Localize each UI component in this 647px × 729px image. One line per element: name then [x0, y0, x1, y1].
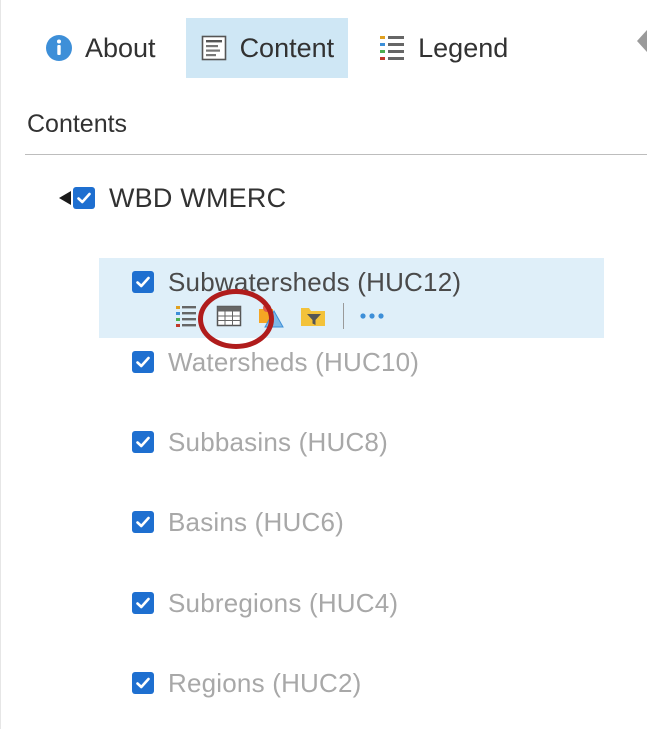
checkmark-icon	[136, 516, 150, 528]
layer-item-subbasins[interactable]: Subbasins (HUC8)	[132, 424, 388, 460]
filter-icon[interactable]	[297, 300, 329, 332]
layer-checkbox[interactable]	[132, 511, 154, 533]
collapse-panel-icon[interactable]	[637, 30, 647, 52]
checkmark-icon	[136, 677, 150, 689]
layer-label: Watersheds (HUC10)	[168, 346, 420, 377]
group-label: WBD WMERC	[109, 182, 287, 213]
tab-legend-label: Legend	[418, 32, 509, 63]
checkmark-icon	[136, 597, 150, 609]
checkmark-icon	[136, 436, 150, 448]
collapse-group-icon[interactable]	[59, 191, 71, 205]
tab-legend[interactable]: Legend	[364, 18, 522, 78]
layer-checkbox[interactable]	[132, 351, 154, 373]
tab-about[interactable]: About	[31, 18, 170, 78]
layer-label: Subwatersheds (HUC12)	[168, 266, 462, 297]
tab-about-label: About	[85, 32, 156, 63]
checkmark-icon	[136, 276, 150, 288]
legend-icon	[378, 33, 406, 63]
section-title: Contents	[27, 110, 128, 138]
layer-item-subwatersheds[interactable]: Subwatersheds (HUC12)	[132, 264, 461, 300]
layer-label: Basins (HUC6)	[168, 506, 344, 537]
layer-toolbar	[171, 298, 398, 334]
tab-bar: About Content Legend	[31, 18, 538, 78]
tab-content-label: Content	[239, 32, 335, 63]
more-options-icon[interactable]	[356, 300, 388, 332]
content-panel: About Content Legend Contents WBD WMERC …	[0, 0, 647, 729]
checkmark-icon	[136, 356, 150, 368]
content-icon	[200, 34, 228, 62]
layer-item-watersheds[interactable]: Watersheds (HUC10)	[132, 344, 419, 380]
layer-item-regions[interactable]: Regions (HUC2)	[132, 665, 362, 701]
layer-checkbox[interactable]	[132, 672, 154, 694]
attribute-table-icon[interactable]	[213, 300, 245, 332]
legend-list-icon[interactable]	[171, 300, 203, 332]
layer-item-subregions[interactable]: Subregions (HUC4)	[132, 585, 398, 621]
divider	[25, 154, 647, 155]
layer-label: Subbasins (HUC8)	[168, 426, 388, 457]
tab-content[interactable]: Content	[185, 18, 349, 78]
info-icon	[45, 34, 73, 62]
layer-checkbox[interactable]	[132, 271, 154, 293]
checkmark-icon	[77, 192, 91, 204]
layer-checkbox[interactable]	[132, 592, 154, 614]
layer-label: Regions (HUC2)	[168, 667, 362, 698]
layer-checkbox[interactable]	[132, 431, 154, 453]
layer-group-row: WBD WMERC	[59, 180, 286, 216]
group-checkbox[interactable]	[73, 187, 95, 209]
layer-label: Subregions (HUC4)	[168, 587, 399, 618]
change-style-icon[interactable]	[255, 300, 287, 332]
toolbar-separator	[343, 303, 344, 329]
layer-item-basins[interactable]: Basins (HUC6)	[132, 504, 344, 540]
